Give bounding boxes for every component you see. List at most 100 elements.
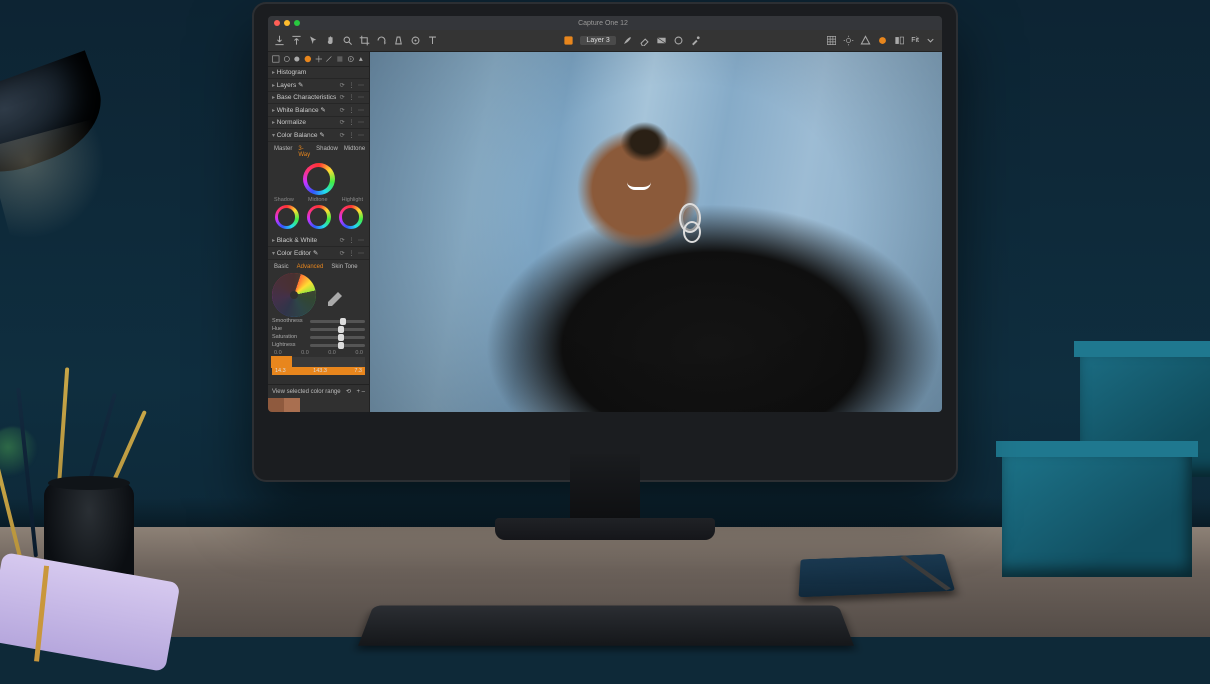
color-patch[interactable] [272,357,291,367]
color-patches [272,357,365,367]
panel-base-characteristics[interactable]: ▸ Base Characteristics⟳ ⋮ ⋯ [268,92,369,104]
window-title: Capture One 12 [304,20,902,27]
keystone-icon[interactable] [393,35,404,46]
shadow-wheel[interactable] [275,205,299,229]
picker-icon[interactable] [690,35,701,46]
hue-slider[interactable] [310,328,365,331]
master-wheel[interactable] [303,163,335,195]
image-viewer[interactable] [370,52,942,412]
panel-histogram[interactable]: ▸ Histogram [268,67,369,79]
footer-swatch [268,398,369,412]
import-icon[interactable] [274,35,285,46]
hue-label: Hue [272,326,306,332]
ce-tab-skin[interactable]: Skin Tone [331,264,357,270]
hand-icon[interactable] [325,35,336,46]
ce-tab-basic[interactable]: Basic [274,264,289,270]
monitor-foot [495,518,715,540]
photo-preview [370,52,942,412]
hsv-h: 14.3 [275,368,286,374]
color-patch[interactable] [309,357,328,367]
crop-icon[interactable] [359,35,370,46]
color-patch[interactable] [346,357,365,367]
window-titlebar: Capture One 12 [268,16,942,30]
color-editor-panel: Basic Advanced Skin Tone Smoothness Hue … [268,260,369,379]
monitor-stand [570,454,640,524]
focus-icon[interactable] [843,35,854,46]
screen: Capture One 12 Layer 3 [268,16,942,412]
details-tab-icon[interactable] [325,55,333,63]
highlight-wheel[interactable] [339,205,363,229]
panel-black-white[interactable]: ▸ Black & White⟳ ⋮ ⋯ [268,235,369,247]
smoothness-slider[interactable] [310,320,365,323]
mask-icon[interactable] [563,35,574,46]
gradient-icon[interactable] [656,35,667,46]
color-patch[interactable] [328,357,347,367]
exposure-warn-icon[interactable] [860,35,871,46]
cursor-icon[interactable] [308,35,319,46]
hsv-v: 7.3 [354,368,362,374]
lens-tab-icon[interactable] [293,55,301,63]
capture-tab-icon[interactable] [283,55,291,63]
color-patch[interactable] [291,357,310,367]
maximize-icon[interactable] [294,20,300,26]
export-icon[interactable] [291,35,302,46]
range-val: 0.0 [328,350,336,356]
proof-icon[interactable] [877,35,888,46]
cb-tab-master[interactable]: Master [274,146,292,158]
output-tab-icon[interactable] [357,55,365,63]
cb-tab-shadow[interactable]: Shadow [316,146,338,158]
text-icon[interactable] [427,35,438,46]
layer-selector[interactable]: Layer 3 [580,36,615,45]
color-balance-panel: Master 3-Way Shadow Midtone Highlight Sh… [268,142,369,235]
app-toolbar: Layer 3 Fit [268,30,942,52]
lightness-slider[interactable] [310,344,365,347]
brush-icon[interactable] [622,35,633,46]
color-tab-icon[interactable] [304,55,312,63]
plus-minus[interactable]: + – [356,389,365,395]
lightness-label: Lightness [272,342,306,348]
library-tab-icon[interactable] [272,55,280,63]
smoothness-label: Smoothness [272,318,306,324]
adjust-tab-icon[interactable] [336,55,344,63]
midtone-wheel[interactable] [307,205,331,229]
desk-lamp [0,0,110,260]
workspace: ▸ Histogram ▸ Layers ✎⟳ ⋮ ⋯ ▸ Base Chara… [268,52,942,412]
panel-white-balance[interactable]: ▸ White Balance ✎⟳ ⋮ ⋯ [268,104,369,117]
invert-icon[interactable]: ⟲ [346,388,351,395]
chevron-down-icon[interactable] [925,35,936,46]
storage-box [1002,457,1192,577]
color-editor-footer: View selected color range ⟲ + – [268,384,369,398]
shadow-label: Shadow [274,197,294,203]
keyboard [358,606,854,646]
radial-icon[interactable] [673,35,684,46]
saturation-slider[interactable] [310,336,365,339]
tool-tabs [268,52,369,67]
color-editor-wheel[interactable] [272,273,316,317]
spot-icon[interactable] [410,35,421,46]
cb-tab-3way[interactable]: 3-Way [298,146,310,158]
panel-color-editor[interactable]: ▾ Color Editor ✎⟳ ⋮ ⋯ [268,247,369,260]
highlight-label: Highlight [342,197,363,203]
view-range-label: View selected color range [272,389,341,395]
cb-tab-midtone[interactable]: Midtone [344,146,365,158]
eraser-icon[interactable] [639,35,650,46]
exposure-tab-icon[interactable] [315,55,323,63]
panel-color-balance[interactable]: ▾ Color Balance ✎⟳ ⋮ ⋯ [268,129,369,142]
panel-normalize[interactable]: ▸ Normalize⟳ ⋮ ⋯ [268,117,369,129]
rotate-icon[interactable] [376,35,387,46]
zoom-icon[interactable] [342,35,353,46]
hsv-s: 143.3 [313,368,327,374]
grid-icon[interactable] [826,35,837,46]
close-icon[interactable] [274,20,280,26]
range-val: 0.0 [301,350,309,356]
range-val: 0.0 [274,350,282,356]
minimize-icon[interactable] [284,20,290,26]
panel-layers[interactable]: ▸ Layers ✎⟳ ⋮ ⋯ [268,79,369,92]
fit-label[interactable]: Fit [911,37,919,44]
monitor: Capture One 12 Layer 3 [252,2,958,482]
saturation-label: Saturation [272,334,306,340]
ce-tab-advanced[interactable]: Advanced [297,264,324,270]
meta-tab-icon[interactable] [347,55,355,63]
eyedropper-icon[interactable] [322,280,362,308]
before-after-icon[interactable] [894,35,905,46]
